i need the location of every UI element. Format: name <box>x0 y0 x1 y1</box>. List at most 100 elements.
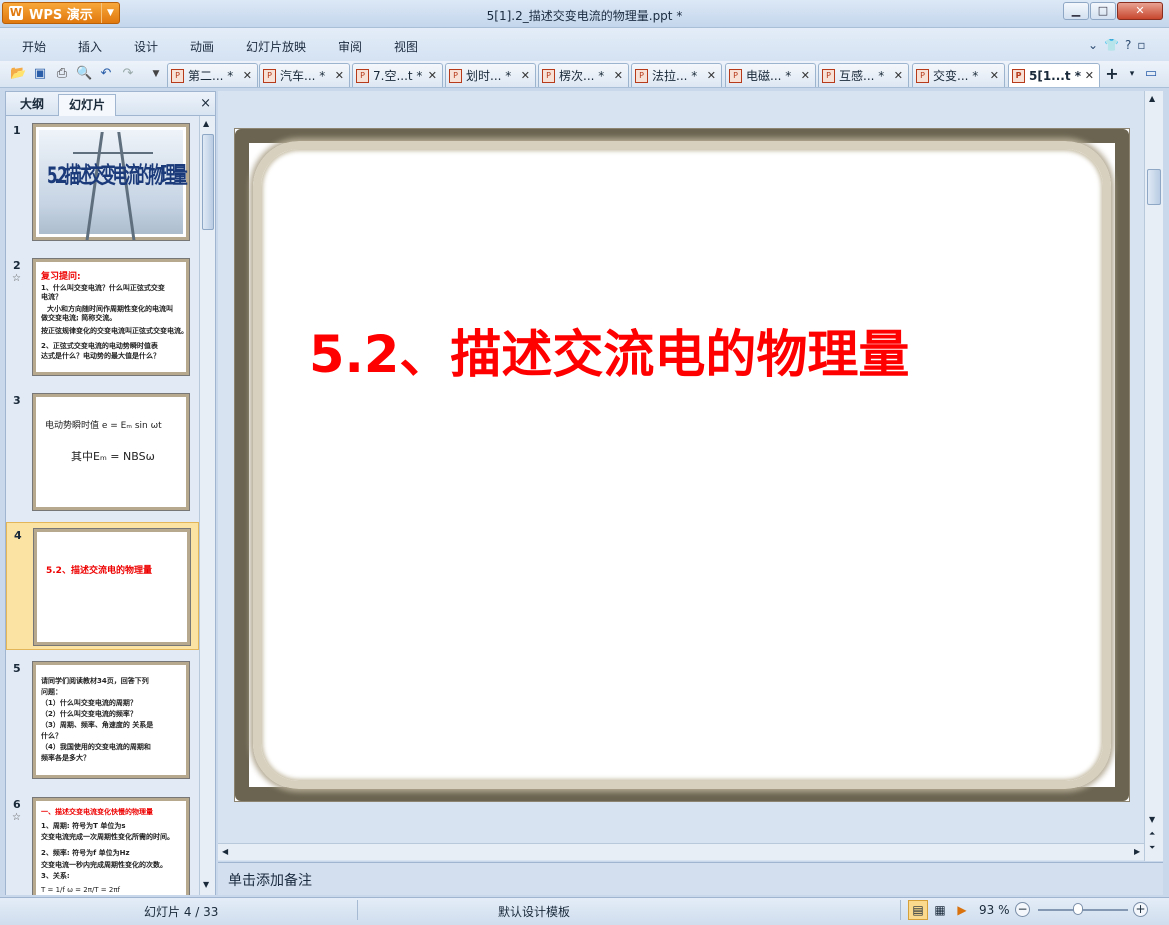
slide-thumbnail-row[interactable]: 2 ☆ 复习提问: 1、什么叫交变电流？什么叫正弦式交变 电流？ 大小和方向随时… <box>6 253 199 381</box>
slide-thumbnail-row[interactable]: 6 ☆ 一、描述交变电流变化快慢的物理量 1、周期: 符号为T 单位为s 交变电… <box>6 792 199 895</box>
slide-canvas[interactable]: 5.2、描述交流电的物理量 <box>235 129 1129 801</box>
close-tab-icon[interactable]: ✕ <box>801 69 810 82</box>
power-line-graphic <box>73 152 153 154</box>
doc-tab[interactable]: P 汽车... * ✕ <box>259 63 350 87</box>
shirt-icon[interactable]: 👕 <box>1104 38 1125 52</box>
scrollbar-handle[interactable] <box>202 134 214 230</box>
slide-thumbnail-row[interactable]: 3 电动势瞬时值 e = Eₘ sin ωt 其中Eₘ = NBSω <box>6 388 199 516</box>
doc-tab[interactable]: P 7.空...t * ✕ <box>352 63 443 87</box>
menu-right-icons: ⌄👕?▫ <box>1088 38 1152 52</box>
slide-thumbnail-row[interactable]: 1 5.2描述交变电流的物理量 <box>6 118 199 246</box>
close-tab-icon[interactable]: ✕ <box>707 69 716 82</box>
close-tab-icon[interactable]: ✕ <box>521 69 530 82</box>
dropdown-icon[interactable]: ▼ <box>148 66 164 82</box>
slide-number: 4 <box>14 529 22 542</box>
help-icon[interactable]: ? <box>1125 38 1137 52</box>
menu-animation[interactable]: 动画 <box>190 38 214 55</box>
design-template-label[interactable]: 默认设计模板 <box>498 903 570 920</box>
menu-view[interactable]: 视图 <box>394 38 418 55</box>
new-tab-icon[interactable]: + <box>1104 66 1120 82</box>
notes-placeholder[interactable]: 单击添加备注 <box>228 870 312 890</box>
slide-thumbnail[interactable]: 请同学们阅读教材34页，回答下列 问题： （1）什么叫交变电流的周期？ （2）什… <box>32 661 190 779</box>
scroll-down-icon[interactable]: ▼ <box>203 880 209 889</box>
slide-thumbnail[interactable]: 一、描述交变电流变化快慢的物理量 1、周期: 符号为T 单位为s 交变电流完成一… <box>32 797 190 895</box>
doc-tab[interactable]: P 电磁... * ✕ <box>725 63 816 87</box>
close-window-button[interactable]: ✕ <box>1117 2 1163 20</box>
doc-tab[interactable]: P 楞次... * ✕ <box>538 63 629 87</box>
thumbnail-scrollbar[interactable]: ▲ ▼ <box>199 116 215 895</box>
open-icon[interactable]: 📂 <box>10 66 26 82</box>
restore-icon[interactable]: ▫ <box>1137 38 1151 52</box>
horizontal-scrollbar[interactable]: ◀ ▶ <box>218 843 1144 860</box>
menu-insert[interactable]: 插入 <box>78 38 102 55</box>
normal-view-icon[interactable]: ▤ <box>908 900 928 920</box>
close-panel-icon[interactable]: × <box>200 96 211 111</box>
ppt-file-icon: P <box>822 68 835 83</box>
close-tab-icon[interactable]: ✕ <box>990 69 999 82</box>
slide-title[interactable]: 5.2、描述交流电的物理量 <box>309 313 909 387</box>
menu-home[interactable]: 开始 <box>22 38 46 55</box>
print-preview-icon[interactable]: 🔍 <box>76 66 92 82</box>
scroll-down-icon[interactable]: ▼ <box>1149 815 1155 824</box>
slide-number: 2 <box>13 259 21 272</box>
window-layout-icon[interactable]: ▭ <box>1143 66 1159 82</box>
slide-thumbnail[interactable]: 5.2描述交变电流的物理量 <box>32 123 190 241</box>
scrollbar-handle[interactable] <box>1147 169 1161 205</box>
window-title: 5[1].2_描述交变电流的物理量.ppt * <box>486 9 683 23</box>
slides-panel: 大纲 幻灯片 × 1 5.2描述交变电流的物理量 2 ☆ 复习提问: 1、什么叫… <box>5 91 216 895</box>
ppt-file-icon: P <box>729 68 742 83</box>
slide-thumbnail-row-selected[interactable]: 4 5.2、描述交流电的物理量 <box>6 522 199 650</box>
ppt-file-icon: P <box>171 68 184 83</box>
slide-frame-inner-border <box>253 141 1111 789</box>
doc-tab[interactable]: P 划时... * ✕ <box>445 63 536 87</box>
doc-tab[interactable]: P 第二... * ✕ <box>167 63 258 87</box>
undo-icon[interactable]: ↶ <box>98 66 114 82</box>
maximize-button[interactable]: □ <box>1090 2 1116 20</box>
menu-slideshow[interactable]: 幻灯片放映 <box>246 38 306 55</box>
close-tab-icon[interactable]: ✕ <box>894 69 903 82</box>
previous-slide-icon[interactable]: ⏶ <box>1149 829 1155 839</box>
close-tab-icon[interactable]: ✕ <box>243 69 252 82</box>
zoom-slider-track[interactable] <box>1038 909 1128 911</box>
doc-tab[interactable]: P 法拉... * ✕ <box>631 63 722 87</box>
scroll-right-icon[interactable]: ▶ <box>1134 847 1140 856</box>
vertical-scrollbar[interactable]: ▲ ▼ ⏶ ⏷ <box>1144 91 1163 861</box>
slide-sorter-view-icon[interactable]: ▦ <box>930 900 950 920</box>
slide-thumbnail[interactable]: 电动势瞬时值 e = Eₘ sin ωt 其中Eₘ = NBSω <box>32 393 190 511</box>
close-tab-icon[interactable]: ✕ <box>335 69 344 82</box>
close-tab-icon[interactable]: ✕ <box>428 69 437 82</box>
slideshow-view-icon[interactable]: ▶ <box>952 900 972 920</box>
scroll-up-icon[interactable]: ▲ <box>203 119 209 128</box>
next-slide-icon[interactable]: ⏷ <box>1149 843 1155 853</box>
tab-list-dropdown-icon[interactable]: ▾ <box>1124 66 1140 82</box>
doc-tab[interactable]: P 互感... * ✕ <box>818 63 909 87</box>
redo-icon[interactable]: ↷ <box>120 66 136 82</box>
doc-tab-active[interactable]: P 5[1...t * ✕ <box>1008 63 1100 87</box>
minimize-button[interactable]: ▁ <box>1063 2 1089 20</box>
slide-indicator: 幻灯片 4 / 33 <box>144 905 219 919</box>
tab-slides[interactable]: 幻灯片 <box>58 94 117 116</box>
menu-review[interactable]: 审阅 <box>338 38 362 55</box>
close-tab-icon[interactable]: ✕ <box>614 69 623 82</box>
animation-star-icon: ☆ <box>12 812 21 823</box>
scroll-left-icon[interactable]: ◀ <box>222 847 228 856</box>
tab-outline[interactable]: 大纲 <box>10 94 54 116</box>
zoom-slider-thumb[interactable] <box>1073 903 1083 915</box>
zoom-level[interactable]: 93 % <box>979 903 1010 917</box>
zoom-out-icon[interactable]: − <box>1015 902 1030 917</box>
chevron-down-icon[interactable]: ⌄ <box>1088 38 1104 52</box>
notes-pane[interactable]: 单击添加备注 <box>218 862 1163 895</box>
slide-thumbnail[interactable]: 复习提问: 1、什么叫交变电流？什么叫正弦式交变 电流？ 大小和方向随时间作周期… <box>32 258 190 376</box>
scroll-up-icon[interactable]: ▲ <box>1149 94 1155 103</box>
print-icon[interactable]: ⎙ <box>54 66 70 82</box>
doc-tab[interactable]: P 交变... * ✕ <box>912 63 1005 87</box>
quick-toolbar: 📂 ▣ ⎙ 🔍 ↶ ↷ ▼ P 第二... * ✕ P 汽车... * ✕ P 7.空..… <box>0 61 1169 88</box>
panel-tabs: 大纲 幻灯片 × <box>6 92 215 116</box>
zoom-in-icon[interactable]: + <box>1133 902 1148 917</box>
save-icon[interactable]: ▣ <box>32 66 48 82</box>
slide-thumbnail[interactable]: 5.2、描述交流电的物理量 <box>33 528 191 646</box>
close-tab-icon[interactable]: ✕ <box>1085 69 1094 82</box>
divider <box>900 900 901 920</box>
slide-thumbnail-row[interactable]: 5 请同学们阅读教材34页，回答下列 问题： （1）什么叫交变电流的周期？ （2… <box>6 656 199 784</box>
menu-design[interactable]: 设计 <box>134 38 158 55</box>
